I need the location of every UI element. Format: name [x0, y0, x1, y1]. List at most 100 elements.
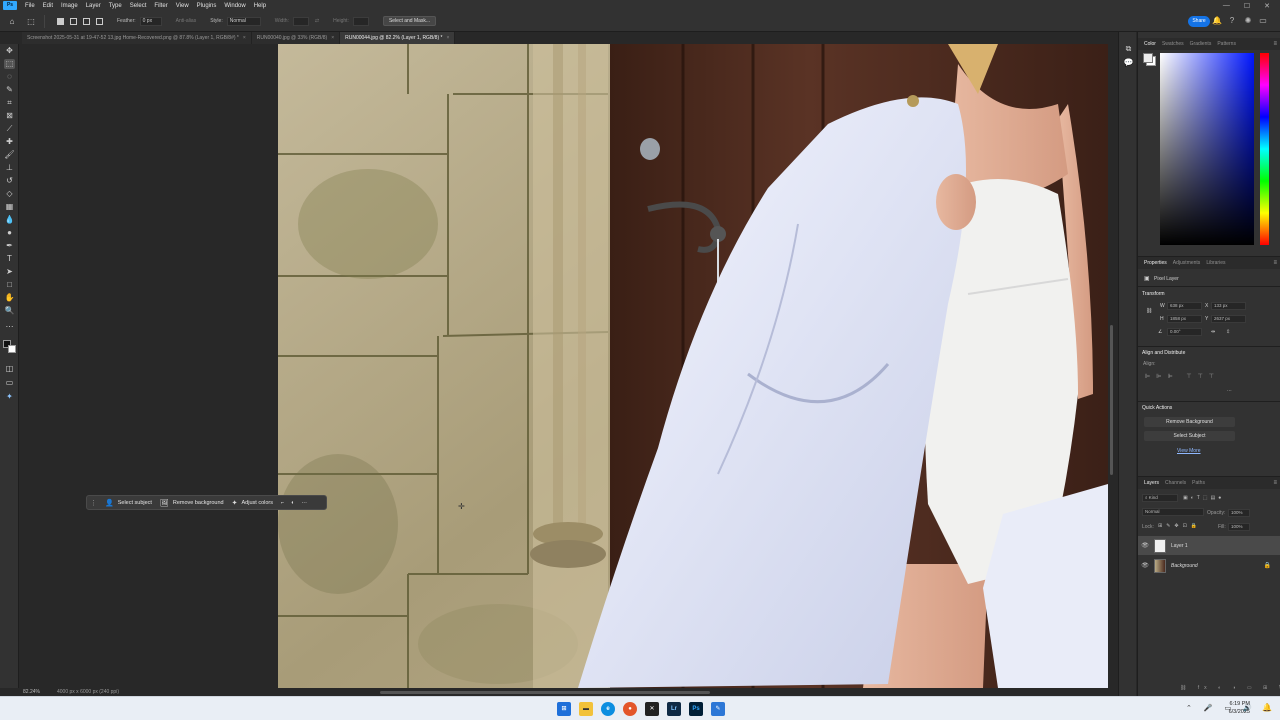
zoom-tool-icon[interactable]: 🔍 — [4, 306, 15, 316]
select-and-mask-button[interactable]: Select and Mask... — [382, 16, 437, 26]
lasso-tool-icon[interactable]: ◌ — [4, 72, 15, 82]
quick-mask-icon[interactable]: ◫ — [4, 364, 15, 374]
frame-tool-icon[interactable]: ⊠ — [4, 111, 15, 121]
y-field[interactable]: 2637 px — [1211, 315, 1246, 323]
screen-mode-icon[interactable]: ▭ — [4, 378, 15, 388]
fill-field[interactable]: 100% — [1228, 523, 1250, 531]
flip-horizontal-icon[interactable]: ⇹ — [1211, 329, 1215, 335]
clock[interactable]: 6:19 PM 6/3/2025 — [1210, 700, 1250, 716]
pen-tool-icon[interactable]: ✒ — [4, 241, 15, 251]
history-panel-icon[interactable]: ⧉ — [1123, 44, 1134, 54]
type-tool-icon[interactable]: T — [4, 254, 15, 264]
width-input[interactable] — [292, 16, 309, 26]
angle-field[interactable]: 0.00° — [1167, 328, 1202, 336]
color-picker-field[interactable] — [1160, 53, 1254, 245]
clone-stamp-tool-icon[interactable]: ⊥ — [4, 163, 15, 173]
menu-image[interactable]: Image — [61, 3, 78, 9]
mask-icon[interactable]: ◐ — [291, 500, 294, 506]
background-color-swatch[interactable] — [8, 345, 16, 353]
new-selection-icon[interactable] — [57, 17, 64, 25]
layer-name[interactable]: Layer 1 — [1171, 543, 1188, 549]
horizontal-scrollbar[interactable] — [380, 691, 710, 694]
remove-background-panel-button[interactable]: Remove Background — [1144, 417, 1235, 427]
panel-menu-icon[interactable]: ≡ — [1273, 260, 1277, 266]
generative-icon[interactable]: ✦ — [4, 392, 15, 402]
app-icon[interactable]: ✎ — [711, 702, 725, 716]
layer-name[interactable]: Background — [1171, 563, 1198, 569]
more-tools-icon[interactable]: ⋯ — [4, 322, 15, 332]
file-explorer-icon[interactable]: ▬ — [579, 702, 593, 716]
comments-panel-icon[interactable]: 💬 — [1123, 58, 1134, 68]
menu-type[interactable]: Type — [109, 3, 122, 9]
lock-options-icons[interactable]: ⊞✎✥⊡🔒 — [1158, 523, 1201, 529]
remove-background-button[interactable]: 🖼 Remove background — [160, 499, 224, 507]
menu-select[interactable]: Select — [130, 3, 147, 9]
view-more-link[interactable]: View More — [1177, 448, 1201, 454]
terminal-icon[interactable]: ✕ — [645, 702, 659, 716]
crop-tool-icon[interactable]: ⌗ — [4, 98, 15, 108]
menu-edit[interactable]: Edit — [43, 3, 53, 9]
intersect-selection-icon[interactable] — [96, 17, 103, 25]
vertical-scrollbar[interactable] — [1110, 325, 1113, 475]
height-input[interactable] — [352, 16, 369, 26]
feather-input[interactable]: 0 px — [139, 16, 162, 26]
menu-filter[interactable]: Filter — [154, 3, 167, 9]
opacity-field[interactable]: 100% — [1228, 509, 1250, 517]
share-button[interactable]: Share — [1188, 16, 1210, 27]
healing-brush-tool-icon[interactable]: ✚ — [4, 137, 15, 147]
adjust-colors-button[interactable]: ✦ Adjust colors — [232, 499, 273, 507]
blur-tool-icon[interactable]: 💧 — [4, 215, 15, 225]
path-selection-tool-icon[interactable]: ➤ — [4, 267, 15, 277]
close-tab-icon[interactable]: × — [446, 35, 449, 41]
select-subject-button[interactable]: 👤 Select subject — [105, 499, 152, 507]
layer-row-layer-1[interactable]: 👁 Layer 1 — [1138, 536, 1280, 555]
menu-window[interactable]: Window — [224, 3, 245, 9]
eyedropper-tool-icon[interactable]: ⟋ — [4, 124, 15, 134]
transform-heading[interactable]: Transform — [1142, 291, 1165, 297]
tab-swatches[interactable]: Swatches — [1162, 41, 1184, 47]
layer-filter-select[interactable]: ⌕ Kind — [1142, 494, 1178, 502]
edge-browser-icon[interactable]: e — [601, 702, 615, 716]
flip-vertical-icon[interactable]: ⇳ — [1226, 329, 1230, 335]
rectangle-tool-icon[interactable]: □ — [4, 280, 15, 290]
layer-actions-icons[interactable]: ⛓ fx ◐ ◑ ▭ ⊞ 🗑 — [1180, 685, 1280, 691]
tab-channels[interactable]: Channels — [1165, 480, 1186, 486]
eraser-tool-icon[interactable]: ◇ — [4, 189, 15, 199]
history-brush-tool-icon[interactable]: ↺ — [4, 176, 15, 186]
gradient-tool-icon[interactable]: ▦ — [4, 202, 15, 212]
tab-patterns[interactable]: Patterns — [1217, 41, 1236, 47]
layer-row-background[interactable]: 👁 Background 🔒 — [1138, 556, 1280, 575]
close-window-button[interactable]: ✕ — [1264, 2, 1270, 10]
tab-color[interactable]: Color — [1144, 41, 1156, 47]
quick-actions-heading[interactable]: Quick Actions — [1142, 405, 1172, 411]
width-field[interactable]: 638 px — [1167, 302, 1202, 310]
tab-run00040[interactable]: RUN00040.jpg @ 33% (RGB/8) × — [251, 32, 341, 44]
discover-icon[interactable]: ✺ — [1243, 16, 1253, 26]
tab-paths[interactable]: Paths — [1192, 480, 1205, 486]
home-icon[interactable]: ⌂ — [5, 14, 19, 28]
menu-layer[interactable]: Layer — [86, 3, 101, 9]
brush-tool-icon[interactable]: 🖌 — [4, 150, 15, 160]
help-icon[interactable]: ? — [1227, 16, 1237, 26]
dodge-tool-icon[interactable]: ● — [4, 228, 15, 238]
document-size[interactable]: 4000 px x 6000 px (240 ppi) — [57, 689, 119, 695]
menu-view[interactable]: View — [176, 3, 189, 9]
hand-tool-icon[interactable]: ✋ — [4, 293, 15, 303]
layer-filter-icons[interactable]: ▣◐T⬚▤● — [1183, 495, 1224, 501]
add-selection-icon[interactable] — [70, 17, 77, 25]
visibility-eye-icon[interactable]: 👁 — [1138, 542, 1152, 549]
notifications-icon[interactable]: 🔔 — [1262, 703, 1272, 712]
visibility-eye-icon[interactable]: 👁 — [1138, 562, 1152, 569]
select-subject-panel-button[interactable]: Select Subject — [1144, 431, 1235, 441]
x-field[interactable]: 133 px — [1211, 302, 1246, 310]
tab-gradients[interactable]: Gradients — [1190, 41, 1212, 47]
marquee-tool-preset-icon[interactable]: ⬚ — [24, 14, 38, 28]
blend-mode-select[interactable]: Normal — [1142, 508, 1204, 516]
subtract-selection-icon[interactable] — [83, 17, 90, 25]
more-options-icon[interactable]: ⋯ — [302, 500, 308, 506]
menu-file[interactable]: File — [25, 3, 35, 9]
firefox-icon[interactable]: ● — [623, 702, 637, 716]
minimize-button[interactable]: — — [1223, 2, 1230, 10]
close-tab-icon[interactable]: × — [331, 35, 334, 41]
tab-libraries[interactable]: Libraries — [1206, 260, 1225, 266]
